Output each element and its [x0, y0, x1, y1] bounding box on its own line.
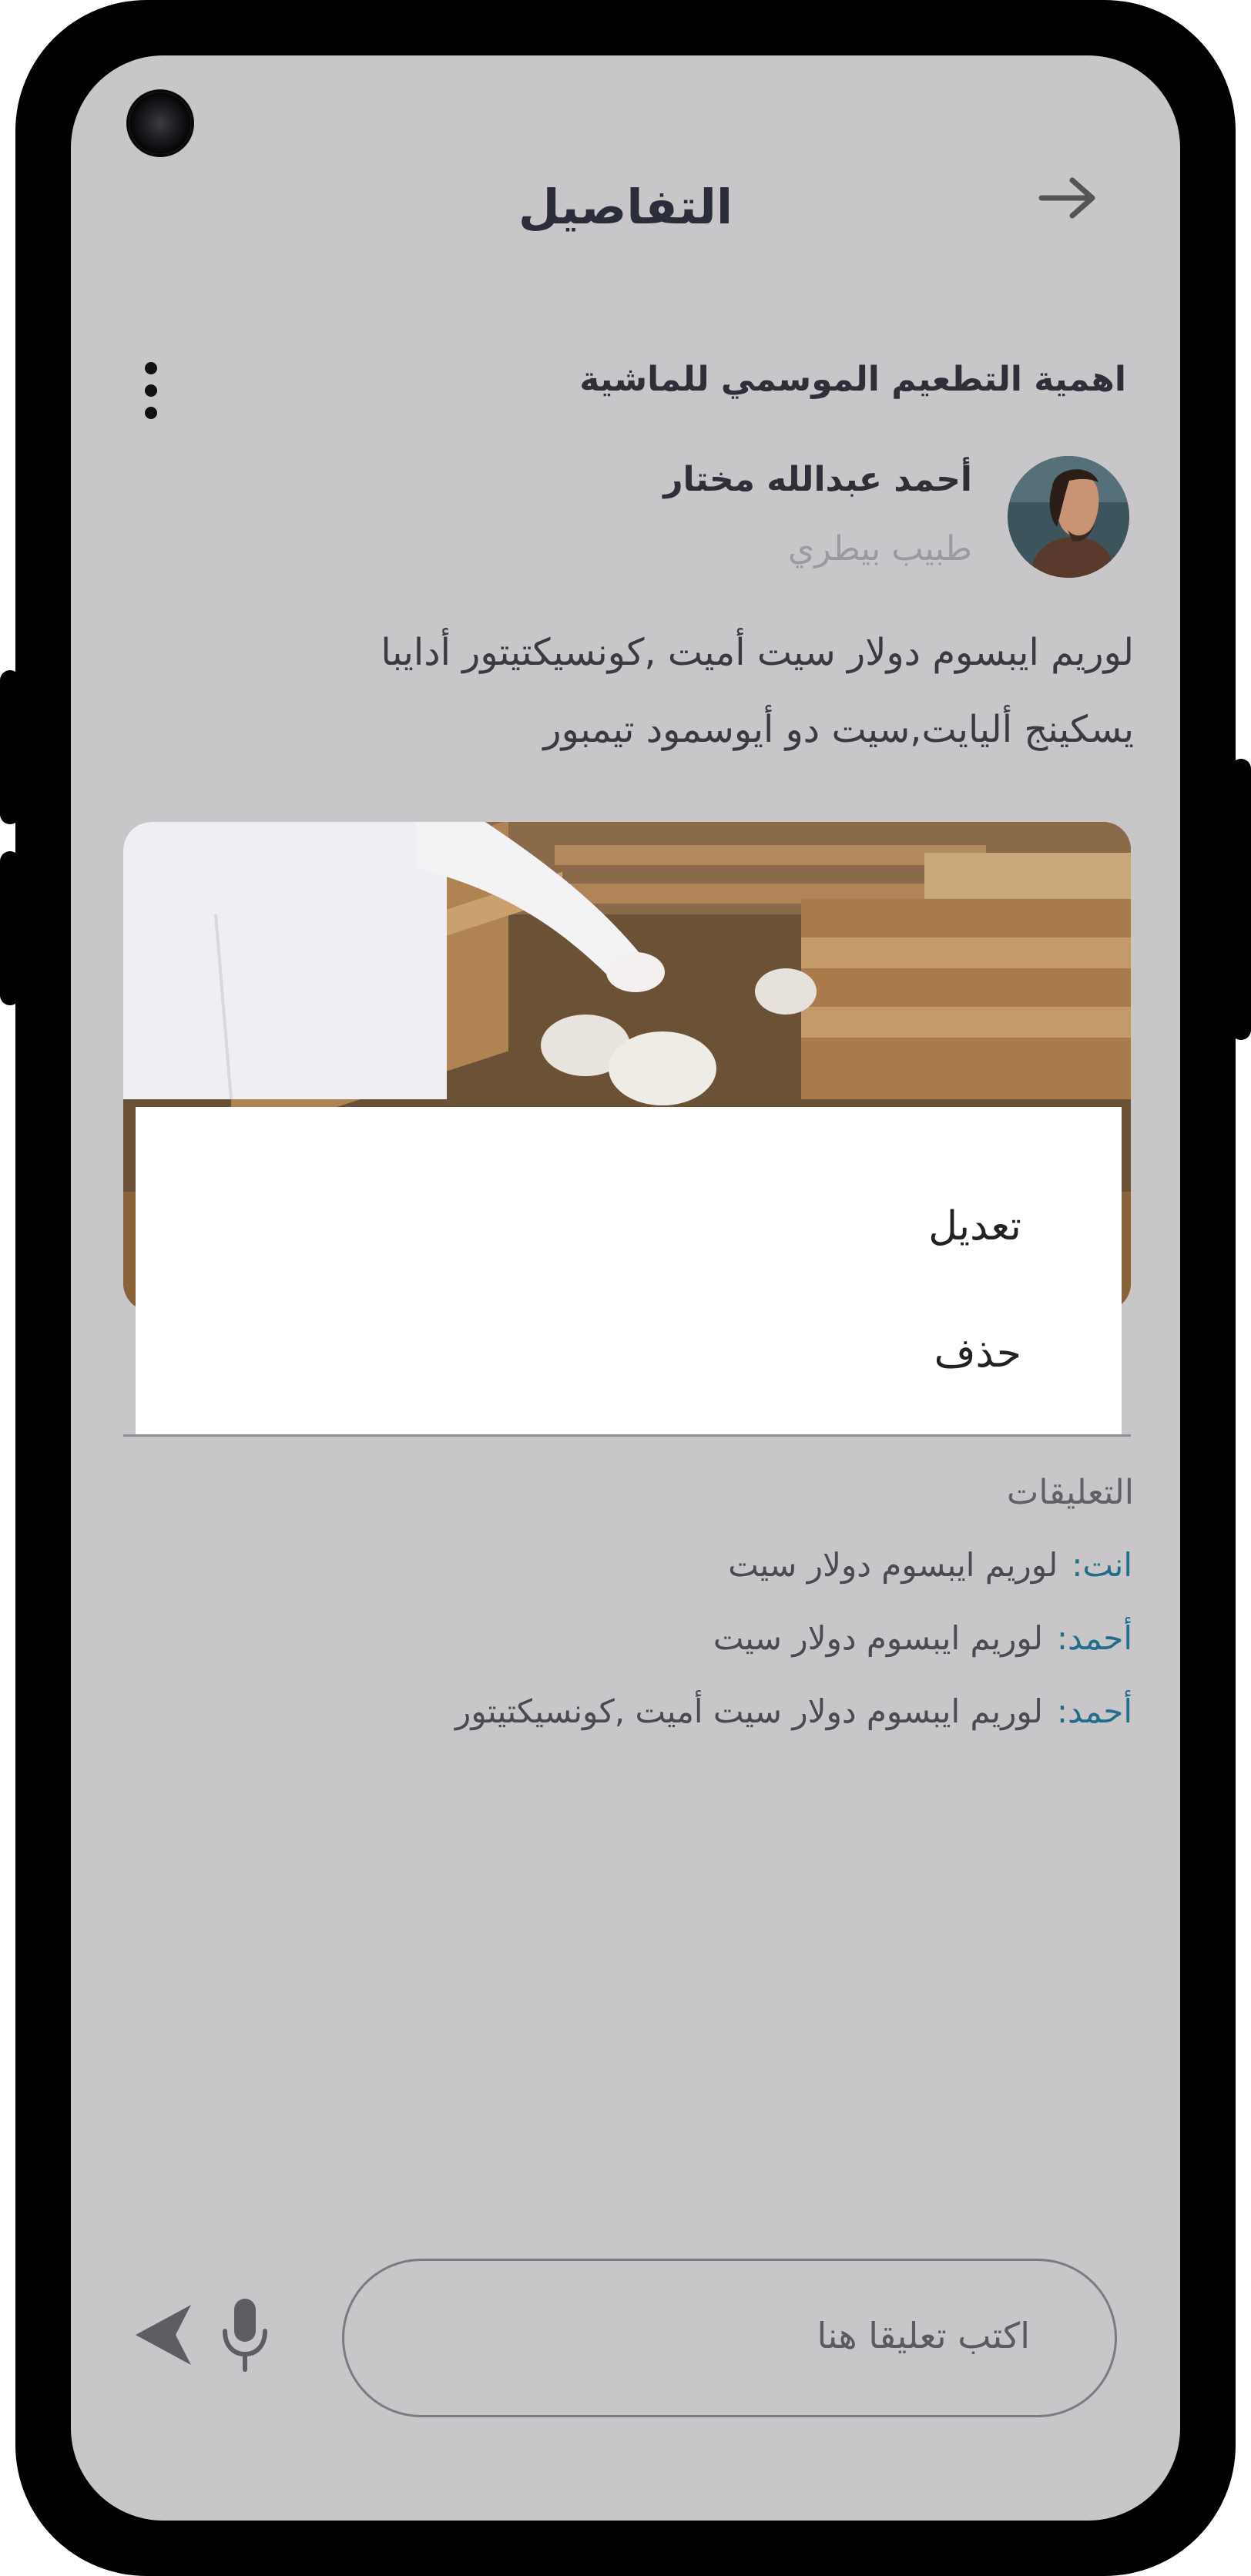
microphone-icon	[223, 2299, 267, 2372]
comment-text: لوريم ايبسوم دولار سيت أميت ,كونسيكتيتور	[455, 1692, 1043, 1730]
dot-icon	[145, 362, 157, 374]
dot-icon	[145, 407, 157, 419]
post-body-line: يسكينج أليايت,سيت دو أيوسمود تيمبور	[543, 708, 1134, 751]
app-screen: التفاصيل اهمية التطعيم الموسمي للماشية أ…	[71, 55, 1180, 2521]
volume-down-button	[0, 851, 20, 1005]
front-camera	[129, 92, 191, 154]
comment-text: لوريم ايبسوم دولار سيت	[728, 1546, 1058, 1584]
edit-menu-item[interactable]: تعديل	[928, 1203, 1021, 1249]
microphone-button[interactable]	[217, 2296, 273, 2373]
comment-input[interactable]: اكتب تعليقا هنا	[342, 2259, 1117, 2417]
comment-item: أحمد: لوريم ايبسوم دولار سيت	[713, 1619, 1132, 1657]
comment-placeholder: اكتب تعليقا هنا	[817, 2315, 1030, 2356]
comments-title: التعليقات	[1006, 1473, 1134, 1512]
comment-author: انت:	[1072, 1546, 1132, 1584]
delete-menu-item[interactable]: حذف	[934, 1330, 1021, 1377]
comment-text: لوريم ايبسوم دولار سيت	[713, 1619, 1043, 1657]
author-role: طبيب بيطري	[787, 529, 972, 569]
comment-item: أحمد: لوريم ايبسوم دولار سيت أميت ,كونسيك…	[455, 1692, 1132, 1730]
volume-up-button	[0, 670, 20, 824]
page-title: التفاصيل	[518, 179, 733, 235]
avatar-photo	[1008, 456, 1129, 578]
comment-item: انت: لوريم ايبسوم دولار سيت	[728, 1546, 1132, 1584]
author-avatar[interactable]	[1008, 456, 1129, 578]
power-button	[1231, 759, 1251, 1040]
comment-author: أحمد:	[1056, 1619, 1132, 1657]
post-options-menu: تعديل حذف	[136, 1107, 1122, 1434]
post-body-line: لوريم ايبسوم دولار سيت أميت ,كونسيكتيتور…	[381, 631, 1134, 674]
comments-divider	[123, 1434, 1131, 1437]
post-title: اهمية التطعيم الموسمي للماشية	[579, 360, 1126, 399]
post-body: لوريم ايبسوم دولار سيت أميت ,كونسيكتيتور…	[109, 614, 1134, 768]
send-icon	[136, 2305, 191, 2365]
author-name[interactable]: أحمد عبدالله مختار	[663, 460, 972, 499]
comment-author: أحمد:	[1056, 1692, 1132, 1730]
more-options-button[interactable]	[140, 356, 163, 425]
send-button[interactable]	[132, 2300, 194, 2370]
dot-icon	[145, 384, 157, 397]
